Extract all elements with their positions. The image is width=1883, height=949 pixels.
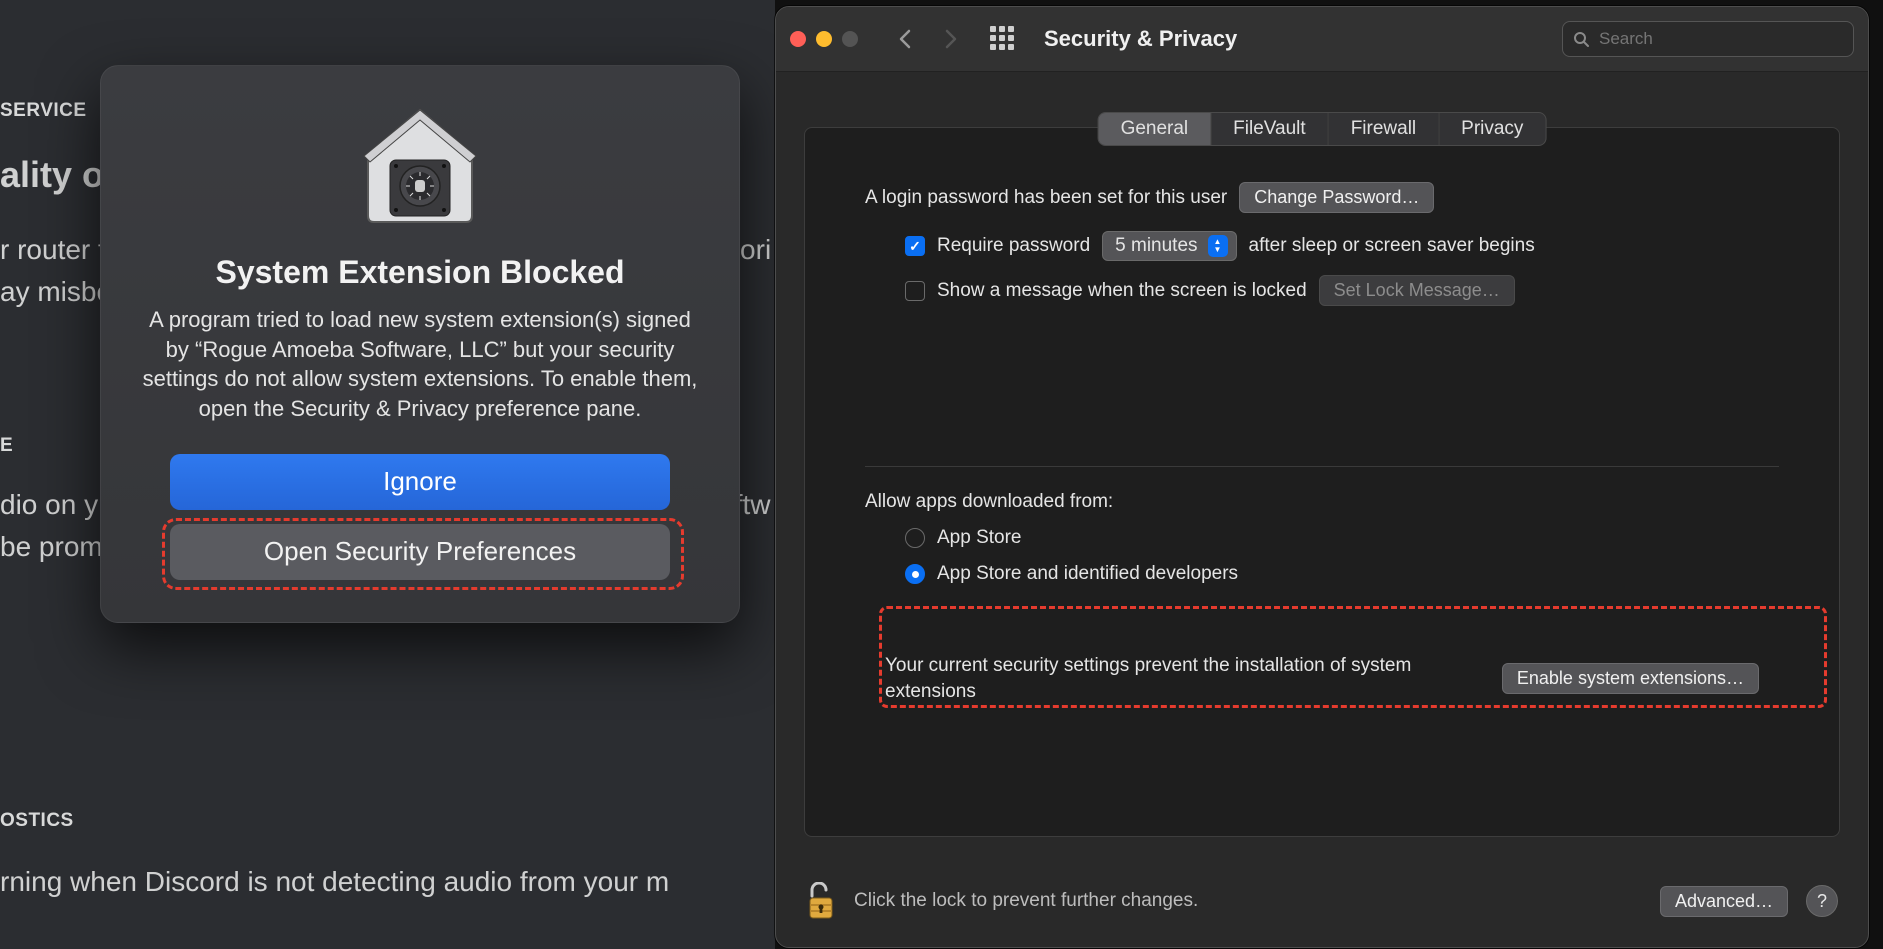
preferences-search[interactable] bbox=[1562, 21, 1854, 57]
bg-text: rning when Discord is not detecting audi… bbox=[0, 862, 669, 901]
tab-label: FileVault bbox=[1233, 118, 1306, 140]
bg-text: dio on y bbox=[0, 485, 98, 524]
bg-section: E bbox=[0, 435, 13, 457]
security-house-icon bbox=[360, 104, 480, 224]
ignore-button[interactable]: Ignore bbox=[170, 454, 670, 510]
advanced-button[interactable]: Advanced… bbox=[1660, 886, 1788, 917]
bg-section-ostics: OSTICS bbox=[0, 810, 74, 832]
advanced-label: Advanced… bbox=[1675, 891, 1773, 911]
require-password-checkbox[interactable]: ✓ bbox=[905, 236, 925, 256]
require-password-label: Require password bbox=[937, 235, 1090, 257]
tab-privacy[interactable]: Privacy bbox=[1439, 113, 1545, 145]
tab-general[interactable]: General bbox=[1099, 113, 1212, 145]
set-lock-message-label: Set Lock Message… bbox=[1334, 280, 1500, 300]
radio-app-store-label: App Store bbox=[937, 527, 1022, 549]
enable-system-extensions-button[interactable]: Enable system extensions… bbox=[1502, 663, 1759, 694]
allow-apps-label: Allow apps downloaded from: bbox=[865, 491, 1779, 513]
window-titlebar: Security & Privacy bbox=[776, 7, 1868, 72]
bg-text: ay misbe bbox=[0, 272, 112, 311]
open-security-preferences-button[interactable]: Open Security Preferences bbox=[170, 524, 670, 580]
show-all-preferences-button[interactable] bbox=[990, 26, 1016, 52]
change-password-button[interactable]: Change Password… bbox=[1239, 182, 1434, 213]
bg-text: r router t bbox=[0, 230, 106, 269]
search-input[interactable] bbox=[1597, 28, 1843, 50]
tab-firewall[interactable]: Firewall bbox=[1329, 113, 1439, 145]
bg-text: be prom bbox=[0, 527, 103, 566]
tab-label: General bbox=[1121, 118, 1189, 140]
zoom-window-button[interactable] bbox=[842, 31, 858, 47]
nav-forward-button bbox=[934, 22, 968, 56]
security-privacy-window: Security & Privacy General FileVault Fir… bbox=[775, 6, 1869, 948]
preference-pane: General FileVault Firewall Privacy A log… bbox=[804, 127, 1840, 837]
minimize-window-button[interactable] bbox=[816, 31, 832, 47]
radio-app-store-identified[interactable] bbox=[905, 564, 925, 584]
show-lock-message-label: Show a message when the screen is locked bbox=[937, 280, 1307, 302]
tab-filevault[interactable]: FileVault bbox=[1211, 113, 1329, 145]
radio-identified-label: App Store and identified developers bbox=[937, 563, 1238, 585]
window-title: Security & Privacy bbox=[1044, 26, 1237, 52]
system-extensions-prevented-text: Your current security settings prevent t… bbox=[885, 653, 1445, 704]
delay-value: 5 minutes bbox=[1115, 235, 1197, 257]
system-extension-blocked-dialog: System Extension Blocked A program tried… bbox=[100, 65, 740, 623]
login-password-text: A login password has been set for this u… bbox=[865, 187, 1227, 209]
dialog-title: System Extension Blocked bbox=[215, 254, 624, 291]
divider bbox=[865, 466, 1779, 467]
nav-back-button[interactable] bbox=[888, 22, 922, 56]
close-window-button[interactable] bbox=[790, 31, 806, 47]
search-icon bbox=[1573, 31, 1589, 47]
tab-bar: General FileVault Firewall Privacy bbox=[1098, 112, 1547, 146]
lock-hint-text: Click the lock to prevent further change… bbox=[854, 890, 1198, 912]
lock-toggle[interactable] bbox=[806, 882, 836, 920]
open-security-label: Open Security Preferences bbox=[264, 536, 576, 567]
tab-label: Firewall bbox=[1351, 118, 1416, 140]
tab-label: Privacy bbox=[1461, 118, 1523, 140]
bg-section-service: SERVICE bbox=[0, 100, 87, 122]
updown-stepper-icon: ▲▼ bbox=[1208, 235, 1228, 257]
enable-system-extensions-label: Enable system extensions… bbox=[1517, 668, 1744, 688]
dialog-body: A program tried to load new system exten… bbox=[141, 305, 699, 424]
unlocked-padlock-icon bbox=[806, 882, 836, 920]
radio-app-store[interactable] bbox=[905, 528, 925, 548]
after-sleep-text: after sleep or screen saver begins bbox=[1249, 235, 1535, 257]
require-password-delay-select[interactable]: 5 minutes ▲▼ bbox=[1102, 231, 1236, 261]
traffic-lights bbox=[790, 31, 858, 47]
window-footer: Click the lock to prevent further change… bbox=[776, 855, 1868, 947]
change-password-label: Change Password… bbox=[1254, 187, 1419, 207]
ignore-button-label: Ignore bbox=[383, 466, 457, 497]
set-lock-message-button: Set Lock Message… bbox=[1319, 275, 1515, 306]
help-button[interactable]: ? bbox=[1806, 885, 1838, 917]
show-lock-message-checkbox[interactable] bbox=[905, 281, 925, 301]
system-preferences-area: Security & Privacy General FileVault Fir… bbox=[775, 0, 1883, 949]
discord-background-pane: SERVICE ality of S r router t gh priori … bbox=[0, 0, 775, 949]
